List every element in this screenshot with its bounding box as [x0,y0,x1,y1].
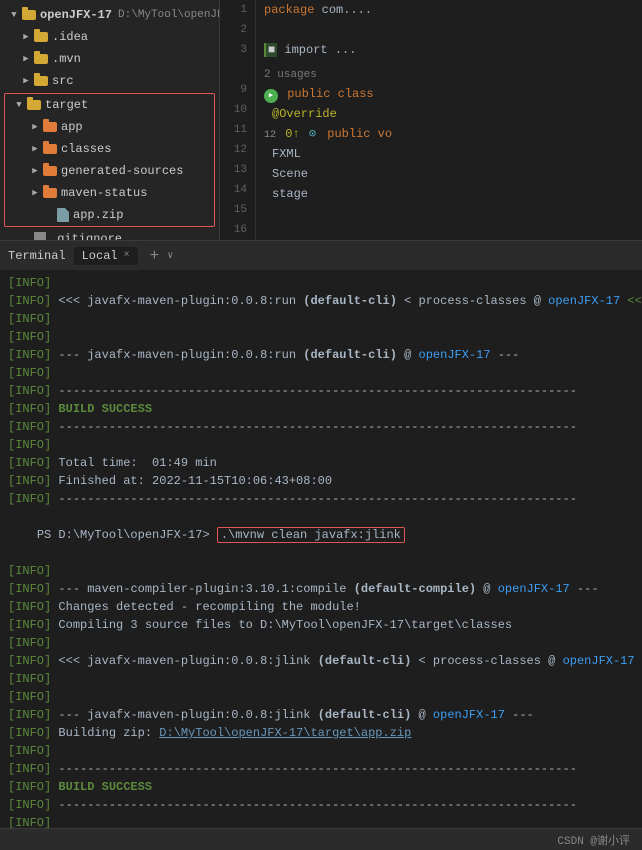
terminal-line: [INFO] [8,814,634,828]
code-line-15: stage [220,184,642,204]
terminal-chevron[interactable]: ∨ [167,250,173,262]
terminal-line: [INFO] Finished at: 2022-11-15T10:06:43+… [8,472,634,490]
terminal-build-success-1: [INFO] BUILD SUCCESS [8,400,634,418]
terminal-line: [INFO] Changes detected - recompiling th… [8,598,634,616]
terminal-line: [INFO] --- javafx-maven-plugin:0.0.8:jli… [8,706,634,724]
tree-arrow-idea [20,31,32,43]
tree-item-maven-status[interactable]: maven-status [5,182,214,204]
terminal-line: [INFO] <<< javafx-maven-plugin:0.0.8:jli… [8,652,634,670]
gitignore-icon [34,232,46,240]
terminal-tab-label: Local [82,249,118,263]
terminal-body[interactable]: [INFO] [INFO] <<< javafx-maven-plugin:0.… [0,270,642,828]
tree-arrow-app-zip [43,209,55,221]
tree-item-generated-sources[interactable]: generated-sources [5,160,214,182]
tree-item-target[interactable]: target [5,94,214,116]
tree-arrow-maven-status [29,187,41,199]
terminal-header: Terminal Local × + ∨ [0,240,642,270]
terminal-line: [INFO] [8,310,634,328]
code-line-11: @Override [220,104,642,124]
tree-item-app[interactable]: app [5,116,214,138]
terminal-line: [INFO] [8,328,634,346]
terminal-line: [INFO] --- maven-compiler-plugin:3.10.1:… [8,580,634,598]
code-line-14: Scene [220,164,642,184]
tree-label-target: target [45,98,88,112]
terminal-line: [INFO] ---------------------------------… [8,382,634,400]
terminal-line: [INFO] Compiling 3 source files to D:\My… [8,616,634,634]
tree-arrow-gitignore [20,233,32,240]
terminal-line: [INFO] Building zip: D:\MyTool\openJFX-1… [8,724,634,742]
file-tree: openJFX-17 D:\MyTool\openJFX-17 .idea .m… [0,0,220,240]
tree-label-classes: classes [61,142,111,156]
tree-label-gitignore: .gitignore [50,232,122,240]
tree-label-app: app [61,120,83,134]
tree-arrow-mvn [20,53,32,65]
terminal-line: [INFO] Total time: 01:49 min [8,454,634,472]
target-highlight-box: target app classes [4,93,215,227]
tree-item-gitignore[interactable]: .gitignore [0,228,219,240]
tree-arrow-classes [29,143,41,155]
code-line-16 [220,204,642,224]
terminal-line: [INFO] [8,634,634,652]
terminal-line: [INFO] [8,688,634,706]
terminal-line: [INFO] [8,364,634,382]
terminal-line: [INFO] ---------------------------------… [8,760,634,778]
terminal-prompt-cmd: PS D:\MyTool\openJFX-17> .\mvnw clean ja… [8,508,634,562]
usage-count: 2 usages [264,69,317,81]
terminal-line: [INFO] ---------------------------------… [8,490,634,508]
code-line-12: 12 0↑ ⊙ public vo [220,124,642,144]
tree-arrow-generated-sources [29,165,41,177]
terminal-tab-local[interactable]: Local × [74,247,138,265]
tree-item-src[interactable]: src [0,70,219,92]
terminal-line: [INFO] ---------------------------------… [8,796,634,814]
code-line-usage: 2 usages [220,64,642,84]
terminal-line: [INFO] ---------------------------------… [8,418,634,436]
tree-arrow-app [29,121,41,133]
terminal-line: [INFO] [8,562,634,580]
command-highlight: .\mvnw clean javafx:jlink [217,527,405,543]
terminal-line: [INFO] [8,274,634,292]
terminal-build-success-2: [INFO] BUILD SUCCESS [8,778,634,796]
terminal-add-button[interactable]: + [150,247,160,265]
tree-label-mvn: .mvn [52,52,81,66]
code-line-10: public class [220,84,642,104]
terminal-line: [INFO] [8,742,634,760]
tree-root[interactable]: openJFX-17 D:\MyTool\openJFX-17 [0,4,219,26]
tree-root-label: openJFX-17 [40,8,112,22]
tree-arrow-target [13,99,25,111]
code-line-2 [220,20,642,40]
code-editor: 1 2 3 9 10 11 12 13 14 15 16 package com… [220,0,642,240]
tree-arrow-src [20,75,32,87]
terminal-title: Terminal [8,249,66,263]
tree-item-mvn[interactable]: .mvn [0,48,219,70]
tree-root-path: D:\MyTool\openJFX-17 [118,9,220,21]
tree-label-app-zip: app.zip [73,208,123,222]
line-numbers: 1 2 3 9 10 11 12 13 14 15 16 [220,0,256,240]
terminal-line: [INFO] [8,436,634,454]
terminal-tab-close[interactable]: × [124,250,130,261]
tree-arrow-root [8,9,20,21]
tree-item-classes[interactable]: classes [5,138,214,160]
terminal-line: [INFO] --- javafx-maven-plugin:0.0.8:run… [8,346,634,364]
code-line-1: package com.... [220,0,642,20]
tree-item-app-zip[interactable]: app.zip [5,204,214,226]
watermark: CSDN @谢小评 [557,832,630,848]
code-line-3: ■ import ... [220,40,642,60]
terminal-line: [INFO] [8,670,634,688]
tree-item-idea[interactable]: .idea [0,26,219,48]
tree-label-idea: .idea [52,30,88,44]
tree-label-maven-status: maven-status [61,186,147,200]
run-icon[interactable] [264,89,278,103]
code-line-13: FXML [220,144,642,164]
terminal-line: [INFO] <<< javafx-maven-plugin:0.0.8:run… [8,292,634,310]
tree-label-src: src [52,74,74,88]
status-bar: CSDN @谢小评 [0,828,642,850]
tree-label-generated-sources: generated-sources [61,164,183,178]
